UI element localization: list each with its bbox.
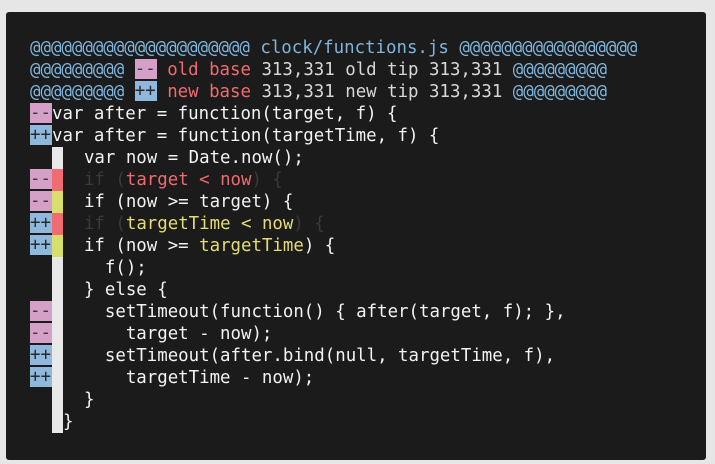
line-marker: ++ bbox=[30, 125, 52, 145]
gutter-bar bbox=[52, 191, 63, 213]
gutter-bar bbox=[52, 235, 63, 257]
old-version-header: @@@@@@@@@ -- old base 313,331 old tip 31… bbox=[30, 59, 607, 81]
code-text: var after = function(target, f) { bbox=[52, 104, 398, 124]
new-base-value: 313,331 bbox=[261, 82, 335, 102]
diff-line: ++ setTimeout(after.bind(null, targetTim… bbox=[30, 345, 555, 367]
new-marker: ++ bbox=[134, 81, 157, 101]
code-text: if (now >= bbox=[63, 236, 200, 256]
header-at-left: @@@@@@@@@ bbox=[30, 60, 125, 80]
diff-line: var now = Date.now(); bbox=[30, 147, 304, 169]
line-marker: ++ bbox=[30, 345, 52, 365]
diff-line: --var after = function(target, f) { bbox=[30, 103, 398, 125]
code-text: var after = function(targetTime, f) { bbox=[52, 126, 440, 146]
old-base-value: 313,331 bbox=[261, 60, 335, 80]
gutter-bar bbox=[52, 279, 63, 301]
line-marker bbox=[30, 279, 52, 299]
line-marker bbox=[30, 147, 52, 167]
gutter-bar bbox=[52, 301, 63, 323]
diff-line: ++ if (targetTime < now) { bbox=[30, 213, 325, 235]
ghost-text: if ( bbox=[83, 170, 126, 190]
line-marker: ++ bbox=[30, 367, 52, 387]
line-marker: -- bbox=[30, 323, 52, 343]
line-marker: ++ bbox=[30, 235, 52, 255]
diff-line: } bbox=[30, 411, 73, 433]
header-at-right: @@@@@@@@@@@@@@@@@ bbox=[459, 38, 638, 58]
code-text: } else { bbox=[63, 280, 168, 300]
file-path: clock/functions.js bbox=[260, 38, 449, 58]
diff-line: ++var after = function(targetTime, f) { bbox=[30, 125, 439, 147]
code-text: if (now >= target) { bbox=[63, 192, 294, 212]
code-text: f(); bbox=[63, 258, 147, 278]
changed-text: target < now bbox=[125, 170, 252, 190]
code-text: target - now); bbox=[63, 324, 273, 344]
line-marker: -- bbox=[30, 103, 52, 123]
gutter-bar bbox=[52, 169, 63, 191]
new-tip-label: new tip bbox=[345, 82, 419, 102]
code-text: var now = Date.now(); bbox=[63, 148, 304, 168]
line-marker: ++ bbox=[30, 213, 52, 233]
ghost-text: ) { bbox=[293, 214, 325, 234]
line-marker: -- bbox=[30, 191, 52, 211]
gutter-bar bbox=[52, 411, 63, 433]
code-text: } bbox=[63, 390, 95, 410]
new-version-header: @@@@@@@@@ ++ new base 313,331 new tip 31… bbox=[30, 81, 607, 103]
changed-text: targetTime bbox=[199, 236, 304, 256]
diff-line: f(); bbox=[30, 257, 147, 279]
changed-text: targetTime < now bbox=[125, 214, 294, 234]
old-marker: -- bbox=[134, 59, 157, 79]
diff-line: -- target - now); bbox=[30, 323, 272, 345]
old-tip-value: 313,331 bbox=[429, 60, 503, 80]
new-base-label: new base bbox=[167, 82, 251, 102]
new-tip-value: 313,331 bbox=[429, 82, 503, 102]
old-tip-label: old tip bbox=[345, 60, 419, 80]
diff-line: -- if (target < now) { bbox=[30, 169, 283, 191]
header-at-right: @@@@@@@@@ bbox=[512, 82, 608, 102]
ghost-text: ) { bbox=[251, 170, 283, 190]
line-marker bbox=[30, 389, 52, 409]
gutter-bar bbox=[52, 345, 63, 367]
header-at-left: @@@@@@@@@@@@@@@@@@@@@ bbox=[30, 38, 250, 58]
diff-line: -- if (now >= target) { bbox=[30, 191, 293, 213]
terminal-window: @@@@@@@@@@@@@@@@@@@@@ clock/functions.js… bbox=[6, 12, 706, 460]
diff-file-header: @@@@@@@@@@@@@@@@@@@@@ clock/functions.js… bbox=[30, 37, 637, 59]
gutter-bar bbox=[52, 147, 63, 169]
line-marker: -- bbox=[30, 301, 52, 321]
code-text: ) { bbox=[303, 236, 336, 256]
gutter-bar bbox=[52, 213, 63, 235]
gutter-bar bbox=[52, 323, 63, 345]
line-marker: -- bbox=[30, 169, 52, 189]
header-at-right: @@@@@@@@@ bbox=[512, 60, 608, 80]
diff-line: } else { bbox=[30, 279, 168, 301]
header-at-left: @@@@@@@@@ bbox=[30, 82, 125, 102]
diff-line: } bbox=[30, 389, 94, 411]
gutter-bar bbox=[52, 257, 63, 279]
gutter-bar bbox=[52, 389, 63, 411]
diff-line: ++ if (now >= targetTime) { bbox=[30, 235, 335, 257]
old-base-label: old base bbox=[167, 60, 251, 80]
diff-line: -- setTimeout(function() { after(target,… bbox=[30, 301, 566, 323]
code-text: setTimeout(after.bind(null, targetTime, … bbox=[63, 346, 556, 366]
diff-line: ++ targetTime - now); bbox=[30, 367, 314, 389]
line-marker bbox=[30, 257, 52, 277]
line-marker bbox=[30, 411, 52, 431]
code-text: setTimeout(function() { after(target, f)… bbox=[63, 302, 566, 322]
gutter-bar bbox=[52, 367, 63, 389]
ghost-text: if ( bbox=[83, 214, 126, 234]
code-text: } bbox=[63, 412, 74, 432]
code-text: targetTime - now); bbox=[63, 368, 315, 388]
